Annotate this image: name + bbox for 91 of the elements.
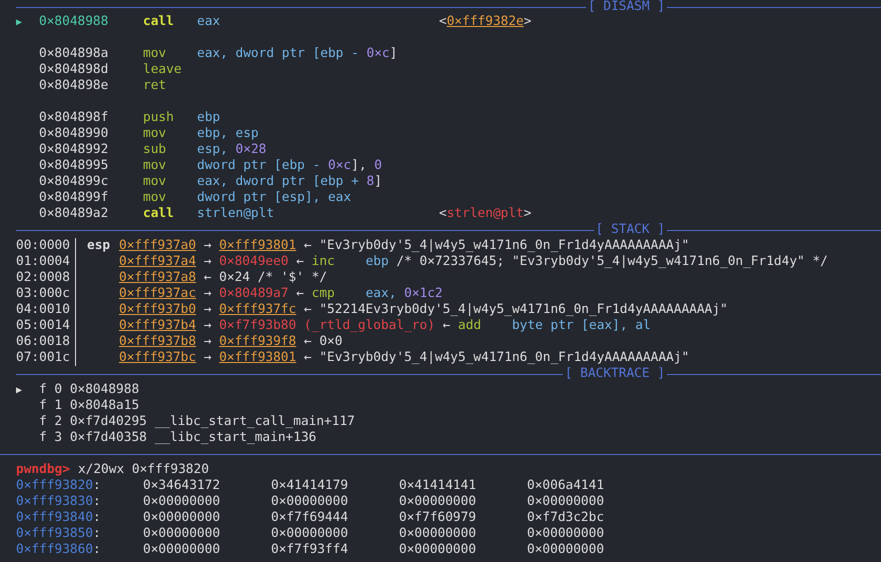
stack-value: 0×fff937a4 → 0×8049ee0 ← inc ebp /* 0×72337645; "Ev3ryb0dy'5_4|w4y5_w4171n6_0n_Fr1d4y" */: [119, 254, 828, 270]
stack-value: 0×fff937b4 → 0×f7f93b80 (_rtld_global_ro) ← add byte ptr [eax], al: [119, 318, 651, 334]
memory-address: 0×fff93830: [16, 494, 94, 509]
backtrace-frame: f 2 0×f7d40295 __libc_start_call_main+117: [39, 414, 355, 430]
current-arrow: ▶: [16, 17, 22, 28]
address-colon: :: [93, 478, 101, 493]
instruction-address: 0×804898e: [39, 78, 108, 94]
current-arrow: ▶: [16, 385, 22, 396]
instruction-operands: ebp: [197, 110, 220, 125]
instruction-operands: eax: [197, 14, 220, 29]
memory-value: 0×f7d3c2bc: [527, 510, 604, 525]
memory-address: 0×fff93840: [16, 510, 94, 525]
target-annotation: <strlen@plt>: [439, 206, 532, 222]
instruction-operands: strlen@plt: [197, 206, 274, 221]
register-name: esp: [87, 238, 110, 253]
stack-offset: 06:0018: [16, 334, 76, 350]
memory-value: 0×00000000: [399, 494, 476, 509]
instruction-address: 0×804898d: [39, 62, 108, 78]
stack-offset: 05:0014: [16, 318, 76, 334]
memory-value: 0×00000000: [143, 542, 220, 557]
stack-value: 0×fff937b0 → 0×fff937fc ← "52214Ev3ryb0dy'5_4|w4y5_w4171n6_0n_Fr1d4yAAAAAAAAAj": [119, 302, 728, 318]
address-colon: :: [93, 542, 101, 557]
address-colon: :: [93, 510, 101, 525]
prompt-label: pwndbg>: [16, 462, 70, 478]
memory-value: 0×00000000: [271, 494, 348, 509]
stack-offset: 03:000c: [16, 286, 76, 302]
command-text: x/20wx 0×fff93820: [78, 462, 209, 478]
section-header: [ STACK ]: [594, 223, 666, 237]
stack-offset: 00:0000: [16, 238, 76, 254]
memory-value: 0×41414141: [399, 478, 476, 493]
instruction-mnemonic: push: [143, 110, 175, 126]
section-header: [ DISASM ]: [586, 0, 666, 14]
instruction-address: 0×8048990: [39, 126, 108, 142]
instruction-mnemonic: mov: [143, 174, 168, 190]
memory-value: 0×00000000: [143, 526, 220, 541]
instruction-mnemonic: call: [143, 14, 175, 30]
instruction-operands: dword ptr [ebp - 0×c], 0: [197, 158, 382, 173]
memory-value: 0×006a4141: [527, 478, 604, 493]
instruction-mnemonic: call: [143, 206, 175, 222]
memory-value: 0×00000000: [399, 542, 476, 557]
instruction-operands: eax, dword ptr [ebp - 0×c]: [197, 46, 398, 61]
memory-value: 0×f7f69444: [271, 510, 348, 525]
stack-offset: 01:0004: [16, 254, 76, 270]
instruction-address: 0×804898f: [39, 110, 108, 126]
instruction-mnemonic: mov: [143, 158, 168, 174]
memory-address: 0×fff93860: [16, 542, 94, 557]
memory-value: 0×34643172: [143, 478, 220, 493]
instruction-address: 0×804899f: [39, 190, 108, 206]
address-colon: :: [93, 494, 101, 509]
instruction-mnemonic: mov: [143, 126, 168, 142]
stack-offset: 07:001c: [16, 350, 76, 366]
instruction-mnemonic: mov: [143, 190, 168, 206]
memory-value: 0×00000000: [527, 542, 604, 557]
stack-value: 0×fff937a0 → 0×fff93801 ← "Ev3ryb0dy'5_4|w4y5_w4171n6_0n_Fr1d4yAAAAAAAAAj": [119, 238, 690, 254]
instruction-address: 0×804899c: [39, 174, 108, 190]
backtrace-frame: f 0 0×8048988: [39, 382, 140, 398]
stack-value: 0×fff937bc → 0×fff93801 ← "Ev3ryb0dy'5_4|w4y5_w4171n6_0n_Fr1d4yAAAAAAAAAj": [119, 350, 690, 366]
memory-value: 0×00000000: [271, 526, 348, 541]
instruction-mnemonic: leave: [143, 62, 183, 78]
instruction-address: 0×8048995: [39, 158, 108, 174]
instruction-operands: eax, dword ptr [ebp + 8]: [197, 174, 382, 189]
instruction-operands: dword ptr [esp], eax: [197, 190, 352, 205]
instruction-mnemonic: ret: [143, 78, 168, 94]
memory-address: 0×fff93820: [16, 478, 94, 493]
instruction-mnemonic: mov: [143, 46, 168, 62]
memory-address: 0×fff93850: [16, 526, 94, 541]
instruction-address: 0×80489a2: [39, 206, 108, 222]
stack-offset: 04:0010: [16, 302, 76, 318]
address-colon: :: [93, 526, 101, 541]
memory-value: 0×00000000: [143, 494, 220, 509]
memory-value: 0×00000000: [527, 494, 604, 509]
backtrace-frame: f 1 0×8048a15: [39, 398, 140, 414]
instruction-mnemonic: sub: [143, 142, 168, 158]
stack-offset: 02:0008: [16, 270, 76, 286]
instruction-address: 0×8048988: [39, 14, 108, 30]
memory-value: 0×f7f60979: [399, 510, 476, 525]
memory-value: 0×41414179: [271, 478, 348, 493]
target-annotation: <0×fff9382e>: [439, 14, 532, 30]
memory-value: 0×00000000: [527, 526, 604, 541]
stack-value: 0×fff937a8 ← 0×24 /* '$' */: [119, 270, 328, 286]
stack-value: 0×fff937b8 → 0×fff939f8 ← 0×0: [119, 334, 342, 350]
instruction-address: 0×8048992: [39, 142, 108, 158]
memory-value: 0×f7f93ff4: [271, 542, 348, 557]
stack-value: 0×fff937ac → 0×80489a7 ← cmp eax, 0×1c2: [119, 286, 443, 302]
instruction-address: 0×804898a: [39, 46, 108, 62]
instruction-operands: esp, 0×28: [197, 142, 266, 157]
memory-value: 0×00000000: [143, 510, 220, 525]
section-header: [ BACKTRACE ]: [564, 367, 666, 381]
memory-value: 0×00000000: [399, 526, 476, 541]
backtrace-frame: f 3 0×f7d40358 __libc_start_main+136: [39, 430, 316, 446]
instruction-operands: ebp, esp: [197, 126, 259, 141]
